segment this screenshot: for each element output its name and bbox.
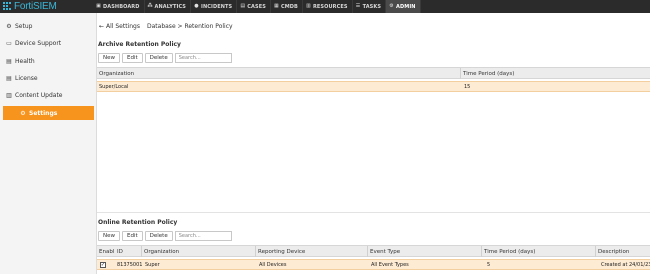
tasks-icon: ☰ xyxy=(355,3,361,9)
cell-id: 81375001 xyxy=(117,262,143,268)
archive-delete-button[interactable]: Delete xyxy=(144,53,173,63)
cmdb-icon: ▦ xyxy=(274,3,279,9)
nav-cmdb[interactable]: ▦ CMDB xyxy=(271,0,303,13)
column-header-time-period[interactable]: Time Period (days) xyxy=(460,68,650,79)
online-edit-button[interactable]: Edit xyxy=(122,231,143,241)
incidents-icon: ● xyxy=(194,3,199,9)
online-delete-button[interactable]: Delete xyxy=(144,231,173,241)
nav-resources[interactable]: ▥ RESOURCES xyxy=(303,0,353,13)
settings-gears-icon: ⚙ xyxy=(20,109,26,117)
archive-new-button[interactable]: New xyxy=(98,53,120,63)
license-icon: ▤ xyxy=(6,74,12,82)
back-arrow-icon[interactable]: ← xyxy=(99,23,104,30)
top-navigation-bar: FortiSIEM ▣ DASHBOARD ⁂ ANALYTICS ● INCIDEN… xyxy=(0,0,650,13)
sidebar-item-label: License xyxy=(15,74,38,82)
nav-incidents[interactable]: ● INCIDENTS xyxy=(191,0,238,13)
logo-mark-icon xyxy=(3,2,12,11)
breadcrumb-all-settings[interactable]: All Settings xyxy=(106,23,140,30)
cell-organization: Super/Local xyxy=(99,84,129,90)
sidebar-item-label: Device Support xyxy=(15,39,62,47)
archive-edit-button[interactable]: Edit xyxy=(122,53,143,63)
sidebar-item-license[interactable]: ▤ License xyxy=(0,71,97,85)
column-header-time-period[interactable]: Time Period (days) xyxy=(481,246,595,257)
cell-time-period: 15 xyxy=(464,84,471,90)
column-header-event-type[interactable]: Event Type xyxy=(367,246,481,257)
online-table-row[interactable]: ✓ 81375001 Super All Devices All Event T… xyxy=(97,259,650,270)
cell-enabled: ✓ xyxy=(98,260,114,270)
nav-label: ADMIN xyxy=(396,3,416,10)
column-header-organization[interactable]: Organization xyxy=(97,68,460,79)
column-header-reporting-device[interactable]: Reporting Device xyxy=(255,246,367,257)
gear-icon: ⚙ xyxy=(6,22,12,30)
nav-label: TASKS xyxy=(362,3,382,10)
breadcrumb-path: Database > Retention Policy xyxy=(147,23,233,30)
nav-admin[interactable]: ⚙ ADMIN xyxy=(386,0,421,13)
column-header-organization[interactable]: Organization xyxy=(141,246,255,257)
fortisiem-logo[interactable]: FortiSIEM xyxy=(3,1,57,12)
logo-text: FortiSIEM xyxy=(14,1,57,12)
dashboard-icon: ▣ xyxy=(96,3,101,9)
sidebar-item-label: Setup xyxy=(15,22,33,30)
online-table-header: Enabl ID Organization Reporting Device E… xyxy=(97,245,650,257)
nav-label: ANALYTICS xyxy=(154,3,187,10)
analytics-icon: ⁂ xyxy=(147,3,153,9)
online-toolbar: New Edit Delete Search... xyxy=(98,231,232,241)
cell-organization: Super xyxy=(145,262,160,268)
sidebar-item-label: Content Update xyxy=(15,91,63,99)
sidebar-item-health[interactable]: ▤ Health xyxy=(0,54,97,68)
archive-section-title: Archive Retention Policy xyxy=(98,41,181,48)
archive-search-input[interactable]: Search... xyxy=(174,53,232,63)
sidebar-item-label: Health xyxy=(15,57,35,65)
column-header-id[interactable]: ID xyxy=(115,246,141,257)
cell-description: Created at 24/01/23 xyxy=(601,262,650,268)
enabled-checkbox[interactable]: ✓ xyxy=(100,262,106,268)
column-header-enabled[interactable]: Enabl xyxy=(97,246,115,257)
archive-table-header: Organization Time Period (days) xyxy=(97,67,650,79)
nav-label: DASHBOARD xyxy=(103,3,140,10)
sidebar-item-settings[interactable]: ⚙ Settings xyxy=(3,106,94,120)
online-new-button[interactable]: New xyxy=(98,231,120,241)
online-section-title: Online Retention Policy xyxy=(98,219,178,226)
archive-toolbar: New Edit Delete Search... xyxy=(98,53,232,63)
sidebar-item-label: Settings xyxy=(29,109,58,117)
content-update-icon: ▥ xyxy=(6,91,12,99)
admin-gears-icon: ⚙ xyxy=(389,3,394,9)
section-divider xyxy=(97,212,650,213)
nav-cases[interactable]: ▤ CASES xyxy=(237,0,271,13)
online-search-input[interactable]: Search... xyxy=(174,231,232,241)
sidebar-item-content-update[interactable]: ▥ Content Update xyxy=(0,88,97,102)
cell-event-type: All Event Types xyxy=(371,262,409,268)
archive-table-row[interactable]: Super/Local 15 xyxy=(97,81,650,92)
breadcrumb: ← All Settings Database > Retention Poli… xyxy=(99,23,233,30)
cell-time-period: 5 xyxy=(487,262,491,268)
nav-label: CMDB xyxy=(280,3,298,10)
column-header-description[interactable]: Description xyxy=(595,246,650,257)
nav-tasks[interactable]: ☰ TASKS xyxy=(353,0,387,13)
cell-reporting-device: All Devices xyxy=(259,262,287,268)
nav-label: INCIDENTS xyxy=(201,3,233,10)
device-icon: ▭ xyxy=(6,39,12,47)
nav-dashboard[interactable]: ▣ DASHBOARD xyxy=(93,0,145,13)
nav-label: RESOURCES xyxy=(312,3,348,10)
sidebar-item-device-support[interactable]: ▭ Device Support xyxy=(0,36,97,50)
health-icon: ▤ xyxy=(6,57,12,65)
main-nav: ▣ DASHBOARD ⁂ ANALYTICS ● INCIDENTS ▤ CASES … xyxy=(93,0,421,13)
cases-icon: ▤ xyxy=(240,3,246,9)
admin-sidebar: ⚙ Setup ▭ Device Support ▤ Health ▤ License … xyxy=(0,13,97,274)
nav-label: CASES xyxy=(247,3,266,10)
resources-icon: ▥ xyxy=(306,3,311,9)
nav-analytics[interactable]: ⁂ ANALYTICS xyxy=(145,0,192,13)
sidebar-item-setup[interactable]: ⚙ Setup xyxy=(0,19,97,33)
